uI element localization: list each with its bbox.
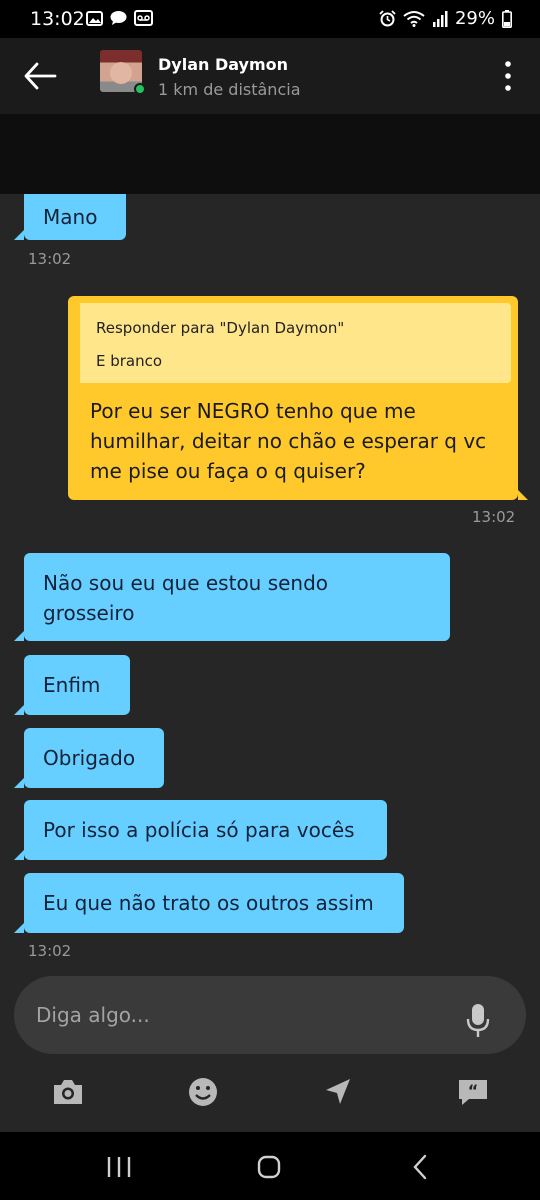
composer: Diga algo... “: [0, 970, 540, 1132]
message-incoming[interactable]: Eu que não trato os outros assim: [14, 873, 404, 933]
message-text: Por isso a polícia só para vocês: [43, 818, 355, 842]
voicemail-icon: [134, 10, 153, 26]
more-options-icon[interactable]: [498, 60, 518, 92]
wifi-icon: [403, 11, 425, 27]
system-nav-bar: [0, 1132, 540, 1200]
back-arrow-icon[interactable]: [22, 60, 58, 92]
chat-header: Dylan Daymon 1 km de distância: [0, 38, 540, 114]
message-incoming[interactable]: Mano: [14, 194, 126, 240]
message-text: Não sou eu que estou sendo grosseiro: [43, 571, 329, 625]
message-text: Enfim: [43, 673, 101, 697]
message-text: Por eu ser NEGRO tenho que me humilhar, …: [90, 399, 487, 483]
svg-text:“: “: [468, 1081, 479, 1100]
back-nav-icon[interactable]: [406, 1154, 436, 1180]
battery-percentage: 29%: [454, 8, 495, 29]
reply-quote[interactable]: Responder para "Dylan Daymon" E branco: [75, 303, 511, 383]
status-bar: 13:02 29%: [0, 0, 540, 38]
signal-icon: [432, 10, 448, 27]
message-outgoing[interactable]: Responder para "Dylan Daymon" E branco P…: [68, 296, 528, 500]
location-icon[interactable]: [320, 1074, 356, 1110]
message-incoming[interactable]: Enfim: [14, 655, 130, 715]
message-timestamp: 13:02: [472, 508, 516, 526]
message-incoming[interactable]: Obrigado: [14, 728, 164, 788]
reply-quote-title: Responder para "Dylan Daymon": [96, 319, 345, 337]
status-time: 13:02: [30, 8, 85, 30]
home-icon[interactable]: [254, 1154, 284, 1180]
chat-thread[interactable]: Mano 13:02 Responder para "Dylan Daymon"…: [0, 194, 540, 970]
message-text: Obrigado: [43, 746, 136, 770]
message-input[interactable]: Diga algo...: [14, 976, 526, 1054]
contact-name[interactable]: Dylan Daymon: [158, 55, 288, 74]
contact-distance: 1 km de distância: [158, 80, 301, 99]
header-banner: [0, 114, 540, 194]
alarm-icon: [379, 10, 396, 27]
emoji-icon[interactable]: [185, 1074, 221, 1110]
status-left-icons: [86, 10, 153, 26]
avatar-face: [110, 62, 132, 84]
image-icon: [86, 10, 103, 26]
message-text: Mano: [43, 205, 98, 229]
reply-quote-text: E branco: [96, 352, 163, 370]
online-indicator: [134, 83, 146, 95]
message-incoming[interactable]: Por isso a polícia só para vocês: [14, 800, 387, 860]
message-timestamp: 13:02: [28, 250, 72, 268]
message-timestamp: 13:02: [28, 942, 72, 960]
message-input-placeholder: Diga algo...: [36, 1003, 150, 1027]
chat-bubble-icon: [110, 11, 127, 25]
message-incoming[interactable]: Não sou eu que estou sendo grosseiro: [14, 553, 450, 641]
recent-apps-icon[interactable]: [104, 1154, 134, 1180]
quick-replies-icon[interactable]: “: [455, 1074, 491, 1110]
message-text: Eu que não trato os outros assim: [43, 891, 374, 915]
battery-icon: [502, 9, 512, 28]
status-right-icons: 29%: [379, 8, 512, 29]
camera-icon[interactable]: [50, 1074, 86, 1110]
composer-actions: “: [0, 1068, 540, 1118]
microphone-icon[interactable]: [466, 1003, 490, 1039]
screen: 13:02 29% Dylan Daymon 1 km de distância…: [0, 0, 540, 1200]
